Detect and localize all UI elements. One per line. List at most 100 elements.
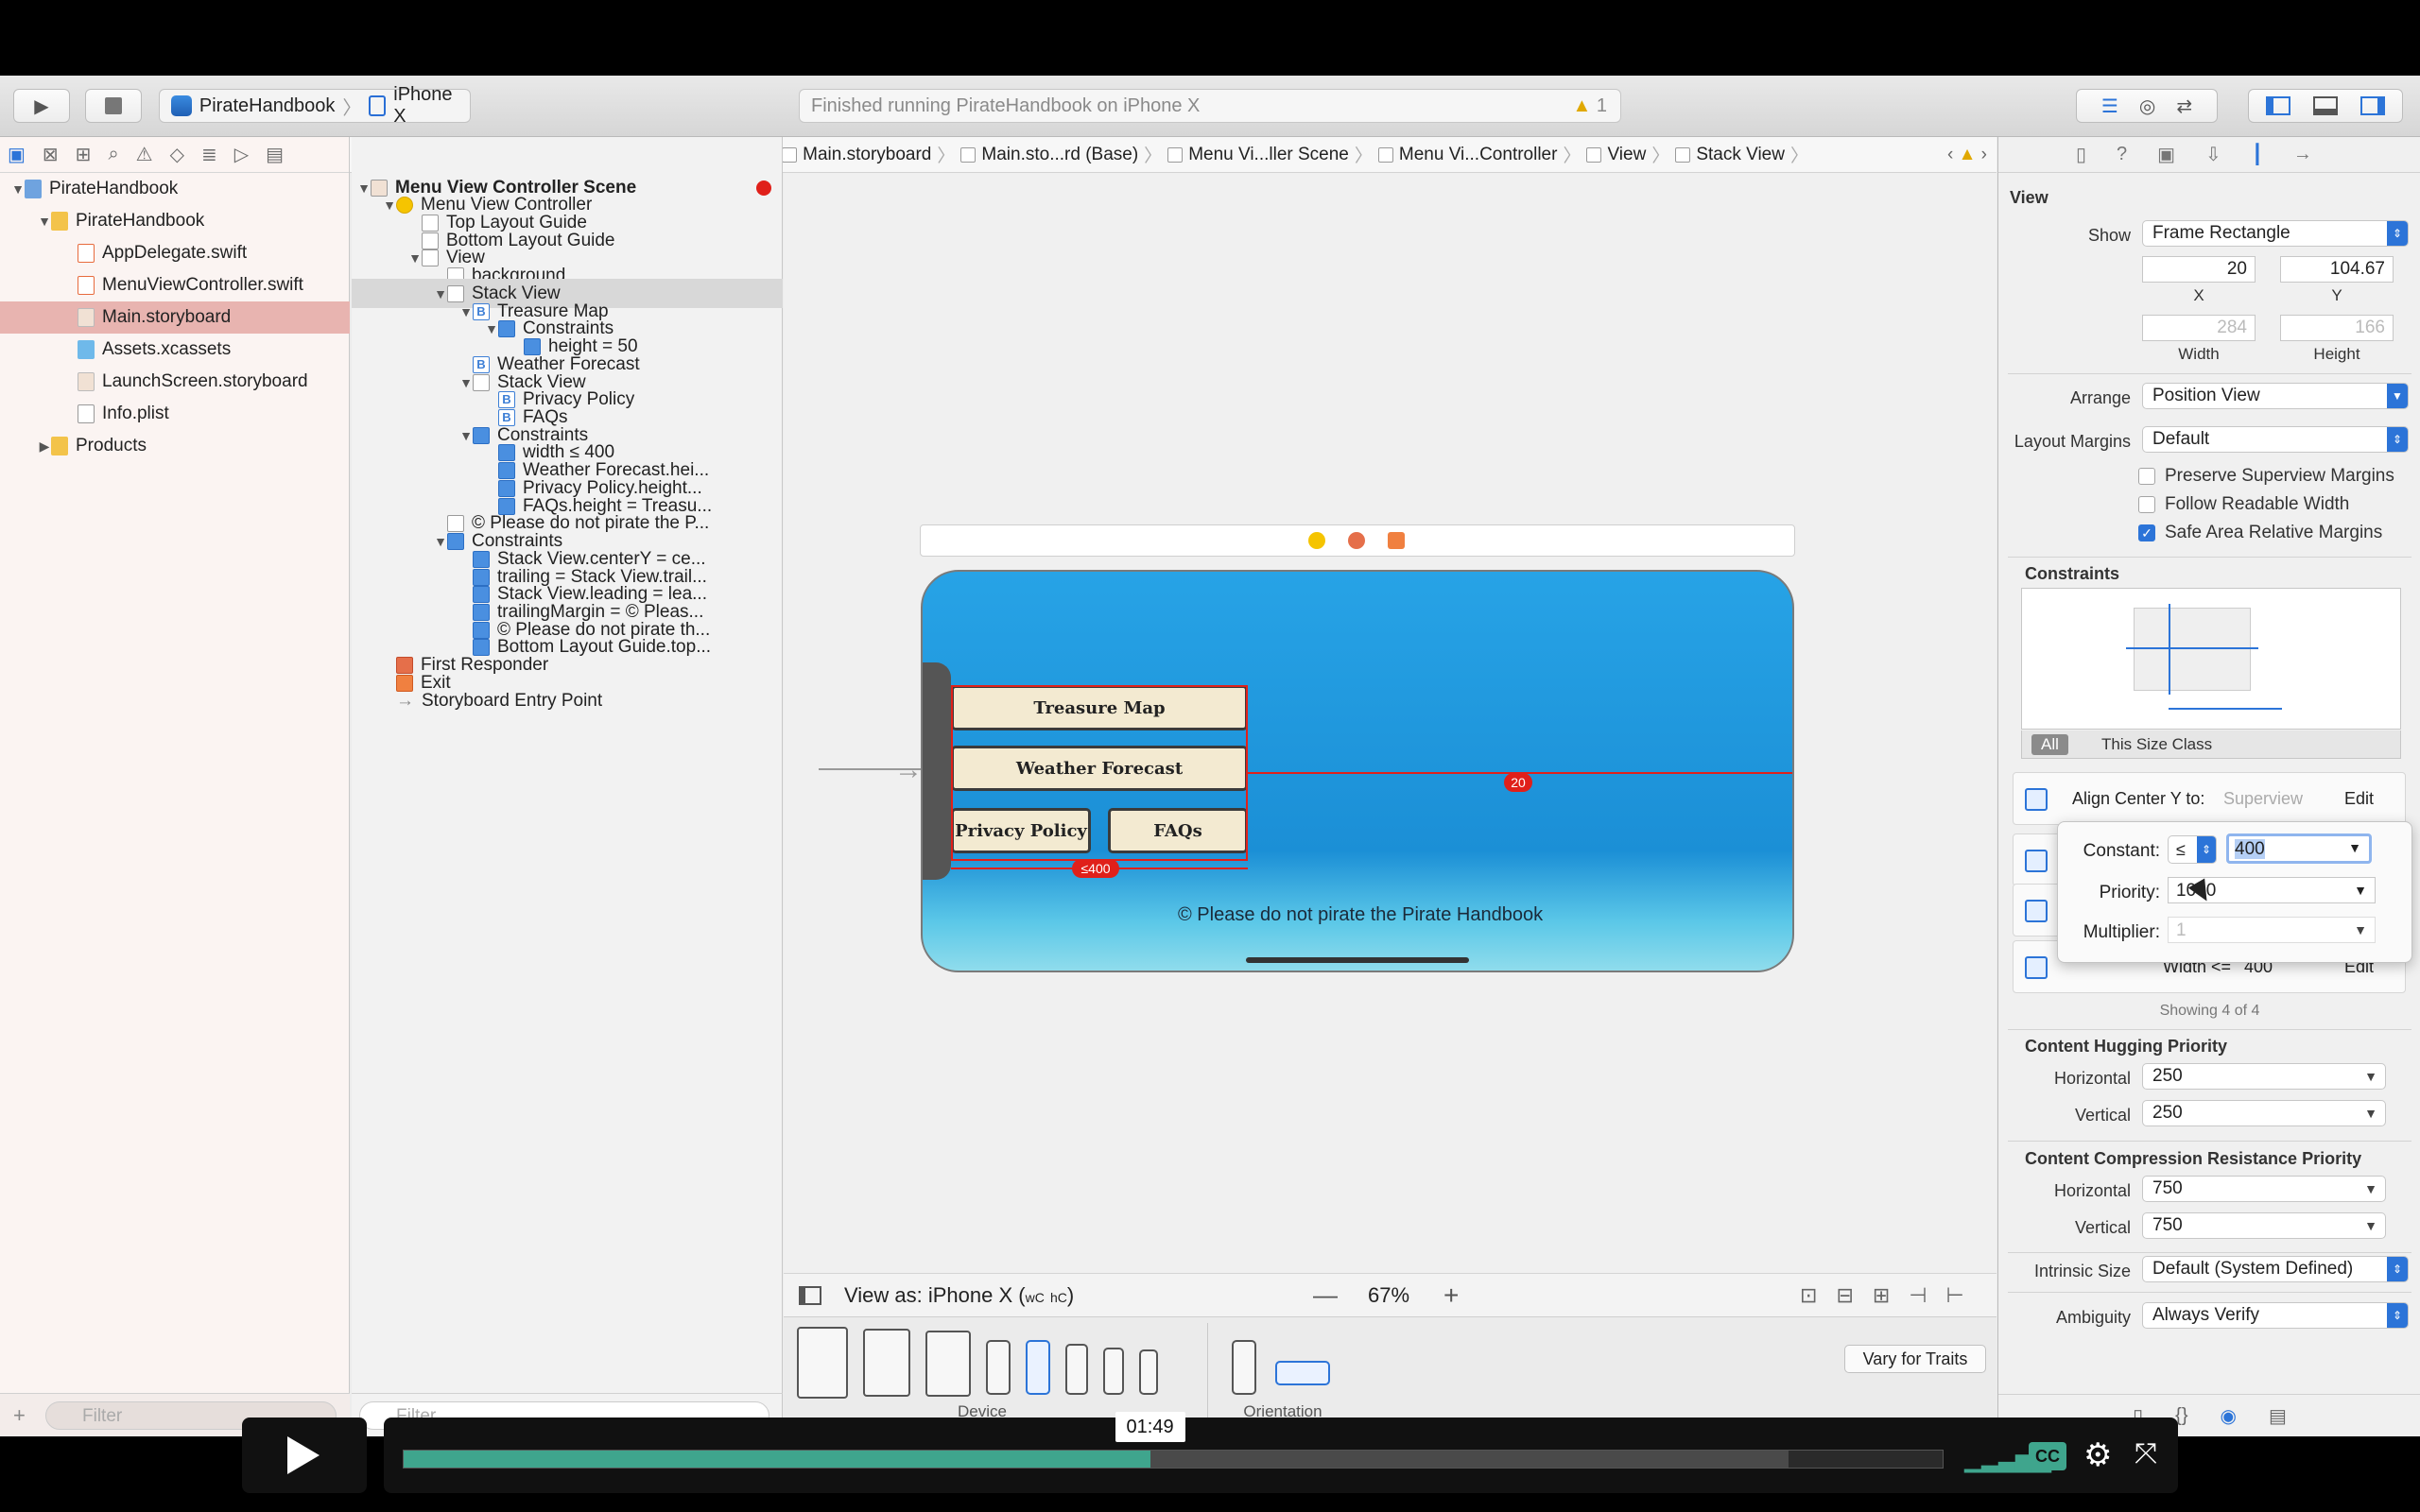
copyright-label[interactable]: © Please do not pirate the Pirate Handbo…	[1178, 904, 1543, 926]
iphone-x-device[interactable]	[1026, 1340, 1050, 1395]
test-icon[interactable]: ◇	[170, 143, 184, 166]
zoom-in-button[interactable]: +	[1443, 1280, 1459, 1311]
comp-horizontal-combo[interactable]: 750 ▼	[2142, 1176, 2386, 1202]
file-inspector-icon[interactable]: ▯	[2076, 143, 2086, 166]
warning-count[interactable]: ▲ 1	[1573, 95, 1607, 117]
iphone-8-device[interactable]	[1065, 1344, 1088, 1395]
jump-bar-item[interactable]: Main.sto...rd (Base) 〉	[960, 142, 1162, 167]
nav-item[interactable]: Main.storyboard	[0, 301, 350, 334]
size-inspector-icon[interactable]: ┃	[2252, 143, 2263, 166]
connections-inspector-icon[interactable]: →	[2293, 144, 2312, 165]
jump-bar-item[interactable]: View 〉	[1586, 142, 1669, 167]
report-icon[interactable]: ▤	[266, 143, 284, 166]
constraint-row-center-y[interactable]: Align Center Y to: Superview Edit	[2013, 772, 2406, 825]
portrait-orientation[interactable]	[1232, 1340, 1256, 1395]
iphone-4s-device[interactable]	[1139, 1349, 1158, 1395]
preserve-margins-checkbox[interactable]	[2138, 468, 2155, 485]
stop-button[interactable]	[85, 89, 142, 123]
embed-in-stack-icon[interactable]: ⊟	[1836, 1283, 1853, 1308]
add-icon[interactable]: +	[13, 1403, 26, 1428]
identity-inspector-icon[interactable]: ▣	[2157, 143, 2175, 166]
media-library-icon[interactable]: ▤	[2269, 1404, 2287, 1428]
nav-item[interactable]: ▼ PirateHandbook	[0, 173, 350, 205]
scheme-selector[interactable]: PirateHandbook 〉 iPhone X	[159, 84, 471, 127]
spacing-constraint-badge[interactable]: 20	[1504, 773, 1532, 792]
disclosure-triangle[interactable]: ▼	[11, 181, 25, 197]
landscape-orientation[interactable]	[1275, 1361, 1330, 1385]
breakpoint-icon[interactable]: ▷	[234, 143, 249, 166]
hug-horizontal-combo[interactable]: 250 ▼	[2142, 1063, 2386, 1090]
vary-for-traits-button[interactable]: Vary for Traits	[1844, 1345, 1986, 1373]
fullscreen-icon[interactable]: ⤧	[2135, 1438, 2157, 1470]
attributes-inspector-icon[interactable]: ⇩	[2205, 143, 2221, 166]
ipad-device[interactable]	[925, 1331, 971, 1397]
hug-vertical-combo[interactable]: 250 ▼	[2142, 1100, 2386, 1126]
edit-button[interactable]: Edit	[2344, 789, 2374, 809]
jump-bar-item[interactable]: Main.storyboard 〉	[782, 142, 955, 167]
nav-item[interactable]: ▼ PirateHandbook	[0, 205, 350, 237]
ipad-pro-12-device[interactable]	[797, 1327, 848, 1399]
nav-item[interactable]: MenuViewController.swift	[0, 269, 350, 301]
width-constraint-badge[interactable]: ≤400	[1072, 859, 1119, 878]
margins-popup[interactable]: Default ⇕	[2142, 426, 2409, 453]
disclosure-triangle[interactable]: ▶	[38, 438, 51, 455]
jump-bar-issue-nav[interactable]: ‹ ▲ ›	[1947, 145, 1987, 165]
tab-all[interactable]: All	[2031, 734, 2068, 755]
scene-dock[interactable]	[920, 524, 1795, 557]
captions-button[interactable]: CC	[2029, 1442, 2066, 1470]
safe-area-checkbox[interactable]: ✓	[2138, 524, 2155, 541]
help-icon[interactable]: ?	[2117, 144, 2127, 165]
video-play-button[interactable]	[242, 1418, 367, 1493]
debug-icon[interactable]: ≣	[201, 143, 217, 166]
zoom-out-button[interactable]: —	[1313, 1280, 1338, 1310]
iphone-x-scene[interactable]: Treasure Map Weather Forecast Privacy Po…	[921, 570, 1794, 972]
nav-item[interactable]: LaunchScreen.storyboard	[0, 366, 350, 398]
nav-item[interactable]: Assets.xcassets	[0, 334, 350, 366]
exit-icon[interactable]	[1388, 532, 1405, 549]
iphone-8-plus-device[interactable]	[986, 1340, 1011, 1395]
jump-bar-item[interactable]: Menu Vi...Controller 〉	[1377, 142, 1581, 167]
navigator-toggle-icon[interactable]	[2266, 96, 2290, 115]
add-constraints-icon[interactable]: ⊣	[1909, 1283, 1927, 1308]
standard-editor-icon[interactable]: ☰	[2101, 94, 2118, 118]
y-field[interactable]: 104.67	[2280, 256, 2394, 283]
jump-bar-item[interactable]: Menu Vi...ller Scene 〉	[1167, 142, 1373, 167]
show-popup[interactable]: Frame Rectangle ⇕	[2142, 220, 2409, 247]
comp-vertical-combo[interactable]: 750 ▼	[2142, 1212, 2386, 1239]
folder-icon[interactable]: ▣	[8, 143, 26, 166]
x-field[interactable]: 20	[2142, 256, 2256, 283]
iphone-se-device[interactable]	[1103, 1348, 1124, 1395]
ipad-pro-10-device[interactable]	[863, 1329, 910, 1397]
readable-width-checkbox[interactable]	[2138, 496, 2155, 513]
update-frames-icon[interactable]: ⊡	[1800, 1283, 1817, 1308]
nav-item[interactable]: Info.plist	[0, 398, 350, 430]
relation-popup[interactable]: ≤ ⇕	[2168, 835, 2217, 864]
video-progress-track[interactable]	[403, 1450, 1944, 1469]
ambiguity-popup[interactable]: Always Verify ⇕	[2142, 1302, 2409, 1329]
settings-gear-icon[interactable]: ⚙	[2083, 1436, 2112, 1474]
view-controller-icon[interactable]	[1308, 532, 1325, 549]
arrange-popup[interactable]: Position View ▼	[2142, 383, 2409, 409]
outline-item[interactable]: → Storyboard Entry Point	[352, 686, 783, 715]
intrinsic-popup[interactable]: Default (System Defined) ⇕	[2142, 1256, 2409, 1282]
outline-toggle-icon[interactable]	[799, 1285, 821, 1305]
nav-item[interactable]: ▶ Products	[0, 430, 350, 462]
run-button[interactable]: ▶	[13, 89, 70, 123]
issue-icon[interactable]: ⚠	[136, 143, 153, 166]
resolve-issues-icon[interactable]: ⊢	[1945, 1283, 1963, 1308]
object-library-icon[interactable]: ◉	[2221, 1404, 2237, 1428]
disclosure-triangle[interactable]: ▼	[38, 214, 51, 229]
source-control-icon[interactable]: ⊠	[43, 143, 59, 166]
assistant-editor-icon[interactable]: ◎	[2139, 94, 2155, 118]
symbol-icon[interactable]: ⊞	[76, 143, 92, 166]
inspector-toggle-icon[interactable]	[2360, 96, 2385, 115]
constant-combo[interactable]: 400 ▼	[2226, 833, 2372, 864]
debug-toggle-icon[interactable]	[2313, 96, 2338, 115]
jump-bar-item[interactable]: Stack View 〉	[1675, 142, 1808, 167]
version-editor-icon[interactable]: ⇄	[2176, 94, 2192, 118]
tab-this-size-class[interactable]: This Size Class	[2101, 735, 2212, 754]
first-responder-icon[interactable]	[1348, 532, 1365, 549]
search-icon[interactable]: ⌕	[108, 144, 118, 165]
align-icon[interactable]: ⊞	[1873, 1283, 1890, 1308]
nav-item[interactable]: AppDelegate.swift	[0, 237, 350, 269]
